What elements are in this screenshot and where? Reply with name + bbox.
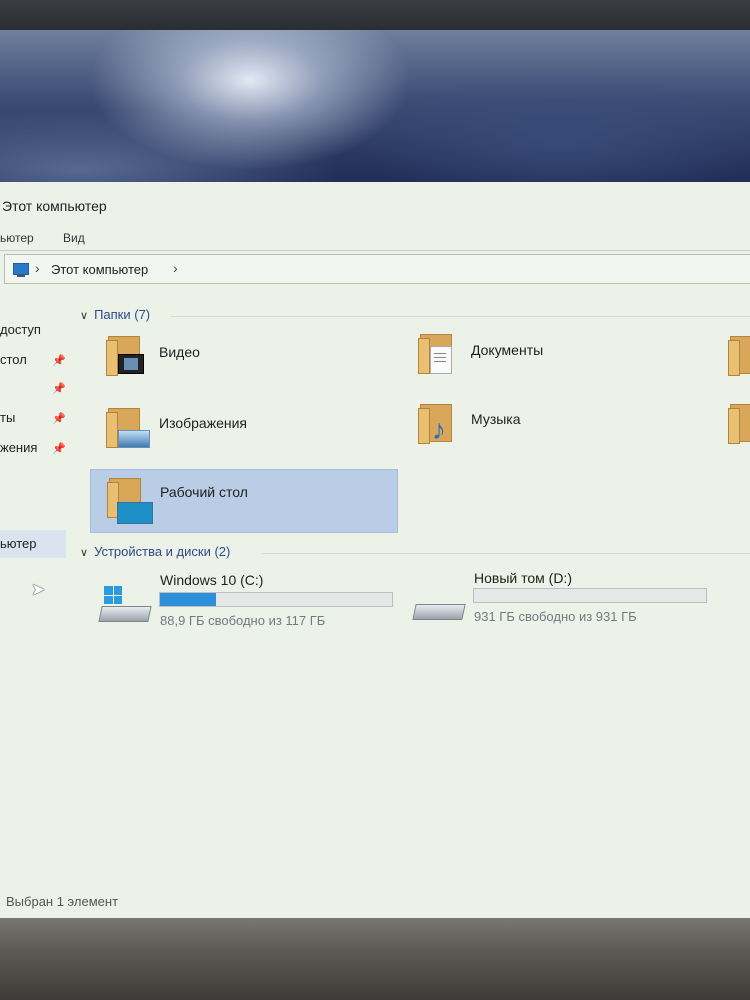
chevron-down-icon: ∨ — [80, 547, 89, 559]
drive-usage-bar — [159, 592, 393, 607]
documents-folder-icon — [418, 334, 452, 374]
folder-label: Изображения — [159, 415, 247, 431]
address-breadcrumb[interactable]: Этот компьютер — [51, 262, 148, 277]
folder-music[interactable]: ♪ Музыка — [404, 398, 694, 458]
folders-group-header[interactable]: ∨ Папки (7) — [80, 307, 150, 322]
menu-computer[interactable]: ьютер — [0, 231, 34, 245]
desktop-wallpaper — [0, 30, 750, 186]
chevron-down-icon: ∨ — [80, 310, 89, 322]
window-title: Этот компьютер — [2, 198, 107, 214]
drive-usage-bar — [473, 588, 707, 603]
group-title: Папки (7) — [94, 307, 151, 322]
folder-desktop[interactable]: Рабочий стол — [90, 469, 398, 533]
nav-item-quick-access[interactable]: доступ — [0, 322, 41, 337]
folder-documents[interactable]: Документы — [404, 328, 694, 388]
pin-icon: 📌 — [52, 443, 66, 455]
nav-item-label: ьютер — [0, 536, 37, 551]
navigation-pane: доступ стол 📌 📌 ты 📌 жения 📌 — [0, 300, 70, 820]
drive-free-space: 931 ГБ свободно из 931 ГБ — [474, 609, 637, 624]
file-explorer-window: Этот компьютер ьютер Вид › Этот компьюте… — [0, 182, 750, 918]
pin-icon: 📌 — [52, 355, 66, 367]
hard-drive-icon — [412, 584, 466, 624]
folder-video[interactable]: Видео — [92, 330, 382, 390]
ribbon-divider — [0, 250, 750, 251]
laptop-bezel-bottom — [0, 918, 750, 1000]
drive-name: Windows 10 (C:) — [160, 572, 264, 588]
folder-icon[interactable] — [728, 404, 750, 444]
pin-icon: 📌 — [52, 413, 66, 425]
drives-group-header[interactable]: ∨ Устройства и диски (2) — [80, 544, 230, 559]
pictures-folder-icon — [106, 408, 150, 448]
drive-name: Новый том (D:) — [474, 570, 572, 586]
folder-icon[interactable] — [728, 336, 750, 376]
chevron-right-icon[interactable]: › — [173, 260, 178, 276]
mouse-cursor: ➤ — [31, 580, 46, 599]
nav-item-this-pc[interactable]: ьютер — [0, 530, 66, 558]
pin-icon: 📌 — [52, 383, 66, 395]
folder-label: Документы — [471, 342, 544, 358]
nav-item-pictures[interactable]: жения — [0, 440, 37, 455]
computer-icon — [13, 263, 29, 277]
folder-pictures[interactable]: Изображения — [92, 402, 382, 462]
group-title: Устройства и диски (2) — [94, 544, 231, 559]
windows-drive-icon — [98, 586, 152, 626]
menu-view[interactable]: Вид — [63, 231, 85, 245]
nav-item-documents[interactable]: ты — [0, 410, 15, 425]
video-folder-icon — [106, 336, 144, 376]
music-folder-icon: ♪ — [418, 404, 452, 444]
drive-free-space: 88,9 ГБ свободно из 117 ГБ — [160, 613, 326, 628]
nav-item-desktop[interactable]: стол — [0, 352, 27, 367]
drive-d[interactable]: Новый том (D:) 931 ГБ свободно из 931 ГБ — [408, 566, 712, 628]
status-bar-text: Выбран 1 элемент — [6, 894, 119, 909]
drive-usage-fill — [160, 593, 216, 606]
chevron-right-icon: › — [35, 260, 40, 276]
address-bar[interactable]: › Этот компьютер › — [4, 254, 750, 284]
drive-c[interactable]: Windows 10 (C:) 88,9 ГБ свободно из 117 … — [94, 568, 398, 630]
desktop-folder-icon — [107, 478, 153, 524]
group-divider — [170, 316, 750, 317]
group-divider — [262, 553, 750, 554]
folder-label: Рабочий стол — [160, 484, 248, 500]
folder-label: Видео — [159, 344, 200, 360]
folder-label: Музыка — [471, 411, 521, 427]
